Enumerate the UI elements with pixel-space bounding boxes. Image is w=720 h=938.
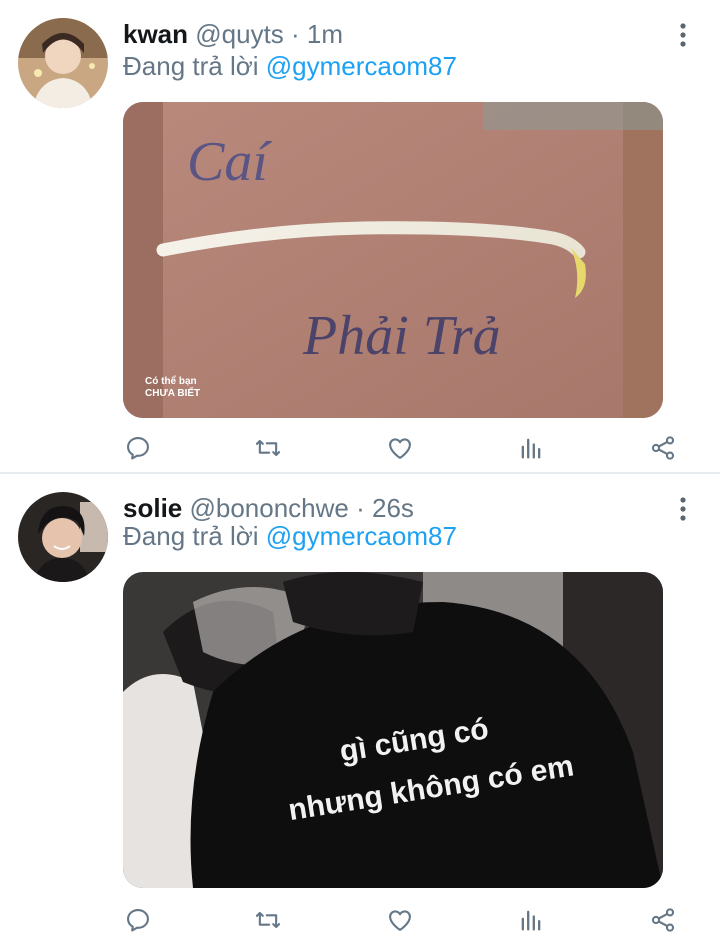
timestamp[interactable]: · 26s <box>356 493 414 523</box>
reply-prefix: Đang trả lời <box>123 51 266 81</box>
image-text-2: Phải Trả <box>302 305 501 367</box>
tweet-header: kwan @quyts · 1m <box>123 18 343 50</box>
tweet-actions <box>0 430 720 466</box>
reply-user-link[interactable]: @gymercaom87 <box>266 521 457 551</box>
more-options-icon[interactable] <box>668 20 698 50</box>
watermark-line-2: CHƯA BIẾT <box>145 386 200 399</box>
tweet-image[interactable]: gì cũng có nhưng không có em <box>123 572 663 888</box>
image-text-1: Caí <box>187 131 272 193</box>
share-icon[interactable] <box>645 902 681 938</box>
retweet-icon[interactable] <box>250 430 286 466</box>
share-icon[interactable] <box>645 430 681 466</box>
analytics-icon[interactable] <box>513 902 549 938</box>
tweet-image[interactable]: Caí Phải Trả Có thể bạn CHƯA BIẾT <box>123 102 663 418</box>
avatar[interactable] <box>18 492 108 582</box>
tweet-actions <box>0 902 720 938</box>
reply-context: Đang trả lời @gymercaom87 <box>123 50 457 82</box>
avatar[interactable] <box>18 18 108 108</box>
retweet-icon[interactable] <box>250 902 286 938</box>
display-name[interactable]: kwan <box>123 19 188 49</box>
like-icon[interactable] <box>382 430 418 466</box>
user-handle[interactable]: @quyts <box>195 19 284 49</box>
tweet[interactable]: solie @bononchwe · 26s Đang trả lời @gym… <box>0 474 720 938</box>
reply-context: Đang trả lời @gymercaom87 <box>123 520 457 552</box>
more-options-icon[interactable] <box>668 494 698 524</box>
watermark-line-1: Có thể bạn <box>145 375 197 387</box>
display-name[interactable]: solie <box>123 493 182 523</box>
analytics-icon[interactable] <box>513 430 549 466</box>
timestamp[interactable]: · 1m <box>291 19 343 49</box>
reply-prefix: Đang trả lời <box>123 521 266 551</box>
tweet[interactable]: kwan @quyts · 1m Đang trả lời @gymercaom… <box>0 0 720 472</box>
reply-icon[interactable] <box>120 430 156 466</box>
user-handle[interactable]: @bononchwe <box>189 493 348 523</box>
reply-user-link[interactable]: @gymercaom87 <box>266 51 457 81</box>
like-icon[interactable] <box>382 902 418 938</box>
reply-icon[interactable] <box>120 902 156 938</box>
